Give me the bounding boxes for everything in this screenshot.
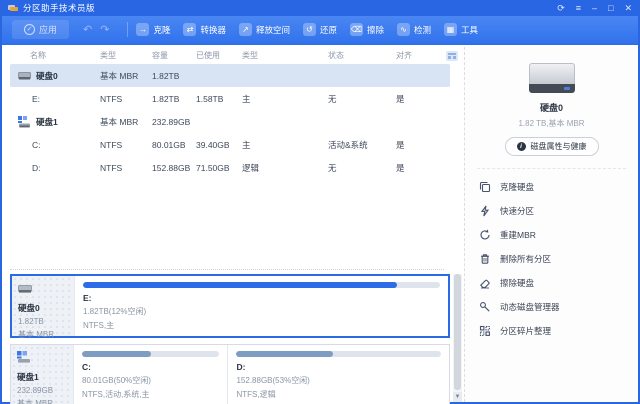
usage-bar [236, 351, 441, 357]
check-icon: ✓ [24, 24, 35, 35]
menu-icon[interactable]: ≡ [576, 0, 581, 16]
maximize-button[interactable]: □ [608, 0, 613, 16]
minimize-button[interactable]: – [592, 0, 597, 16]
titlebar: 分区助手技术员版 ⟳ ≡ – □ ✕ [2, 0, 638, 16]
dynamic-disk-icon [17, 351, 31, 363]
redo-icon[interactable]: ↷ [100, 23, 109, 36]
table-row-disk1[interactable]: 硬盘1 基本 MBR 232.89GB [10, 110, 450, 133]
table-row-disk0[interactable]: 硬盘0 基本 MBR 1.82TB [10, 64, 450, 87]
partition-block-d[interactable]: D: 152.88GB(53%空闲) NTFS,逻辑 [227, 345, 449, 404]
detect-button[interactable]: ∿ 检测 [397, 23, 431, 36]
sidebar-divider [477, 168, 626, 169]
col-aligned: 对齐 [396, 50, 446, 61]
dynamic-disk-icon [18, 116, 31, 128]
panels-divider [10, 269, 444, 270]
usage-bar [83, 282, 440, 288]
disk-icon [18, 70, 31, 81]
col-ptype: 类型 [242, 50, 328, 61]
tools-icon: ▦ [444, 23, 457, 36]
eraser-icon [479, 277, 491, 289]
action-rebuild-mbr[interactable]: 重建MBR [465, 223, 638, 247]
defrag-icon [479, 325, 491, 337]
selected-disk-info: 1.82 TB,基本 MBR [465, 118, 638, 129]
action-dynamic-disk-manager[interactable]: 动态磁盘管理器 [465, 295, 638, 319]
undo-icon[interactable]: ↶ [83, 23, 92, 36]
tools-button[interactable]: ▦ 工具 [444, 23, 478, 36]
partition-block-c[interactable]: C: 80.01GB(50%空闲) NTFS,活动,系统,主 [73, 345, 227, 404]
app-logo-icon [8, 4, 18, 12]
sync-icon[interactable]: ⟳ [557, 0, 565, 16]
disk1-panel[interactable]: 硬盘1 232.89GB 基本 MBR C: 80.01GB(50%空闲) NT… [10, 344, 450, 404]
lightning-icon [479, 205, 491, 217]
disk1-panel-info: 硬盘1 232.89GB 基本 MBR [11, 345, 73, 404]
col-type: 类型 [100, 50, 152, 61]
free-space-button[interactable]: ↗ 释放空间 [239, 23, 290, 36]
col-status: 状态 [328, 50, 396, 61]
scroll-down-arrow-icon[interactable]: ▼ [453, 392, 462, 402]
table-header: 名称 类型 容量 已使用 类型 状态 对齐 [10, 47, 450, 64]
wipe-icon: ⌫ [350, 23, 363, 36]
detect-icon: ∿ [397, 23, 410, 36]
scrollbar-thumb[interactable] [454, 274, 461, 390]
wipe-button[interactable]: ⌫ 擦除 [350, 23, 384, 36]
trash-icon [479, 253, 491, 265]
usage-bar [82, 351, 219, 357]
partition-block-e[interactable]: E: 1.82TB(12%空闲) NTFS,主 [74, 276, 448, 336]
toolbar: ✓ 应用 ↶ ↷ → 克隆 ⇄ 转换器 ↗ 释放空间 ↺ 还原 [2, 16, 638, 45]
restore-icon: ↺ [303, 23, 316, 36]
converter-button[interactable]: ⇄ 转换器 [183, 23, 226, 36]
info-icon: i [517, 142, 526, 151]
col-capacity: 容量 [152, 50, 196, 61]
clone-button[interactable]: → 克隆 [136, 23, 170, 36]
rebuild-mbr-icon [479, 229, 491, 241]
action-quick-partition[interactable]: 快速分区 [465, 199, 638, 223]
column-settings-icon[interactable] [446, 51, 458, 61]
table-row-partition-d[interactable]: D: NTFS 152.88GB 71.50GB 逻辑 无 是 [10, 156, 450, 179]
selected-disk-name: 硬盘0 [465, 101, 638, 114]
col-used: 已使用 [196, 50, 242, 61]
apply-button[interactable]: ✓ 应用 [12, 20, 69, 39]
restore-button[interactable]: ↺ 还原 [303, 23, 337, 36]
converter-icon: ⇄ [183, 23, 196, 36]
action-delete-all-partitions[interactable]: 删除所有分区 [465, 247, 638, 271]
vertical-scrollbar[interactable]: ▼ [453, 274, 462, 402]
clone-icon: → [136, 23, 149, 36]
action-wipe-disk[interactable]: 擦除硬盘 [465, 271, 638, 295]
toolbar-divider [127, 22, 128, 37]
main-area: 名称 类型 容量 已使用 类型 状态 对齐 硬盘0 基本 MBR [2, 47, 464, 402]
disk0-panel-info: 硬盘0 1.82TB 基本 MBR [12, 276, 74, 336]
close-button[interactable]: ✕ [624, 0, 632, 16]
wrench-icon [479, 301, 491, 313]
clone-disk-icon [479, 181, 491, 193]
sidebar: 硬盘0 1.82 TB,基本 MBR i 磁盘属性与健康 克隆硬盘 [464, 47, 638, 402]
action-partition-defrag[interactable]: 分区碎片整理 [465, 319, 638, 343]
free-space-icon: ↗ [239, 23, 252, 36]
disk-properties-button[interactable]: i 磁盘属性与健康 [505, 137, 599, 156]
table-row-partition-c[interactable]: C: NTFS 80.01GB 39.40GB 主 活动&系统 是 [10, 133, 450, 156]
table-row-partition-e[interactable]: E: NTFS 1.82TB 1.58TB 主 无 是 [10, 87, 450, 110]
disk0-panel[interactable]: 硬盘0 1.82TB 基本 MBR E: 1.82TB(12%空闲) NTFS,… [10, 274, 450, 338]
disk-icon [18, 284, 32, 294]
col-name: 名称 [10, 50, 100, 61]
app-window: 分区助手技术员版 ⟳ ≡ – □ ✕ ✓ 应用 ↶ ↷ → 克隆 ⇄ 转换器 [0, 0, 640, 404]
disk-image [529, 63, 575, 93]
window-title: 分区助手技术员版 [23, 2, 95, 14]
action-clone-disk[interactable]: 克隆硬盘 [465, 175, 638, 199]
